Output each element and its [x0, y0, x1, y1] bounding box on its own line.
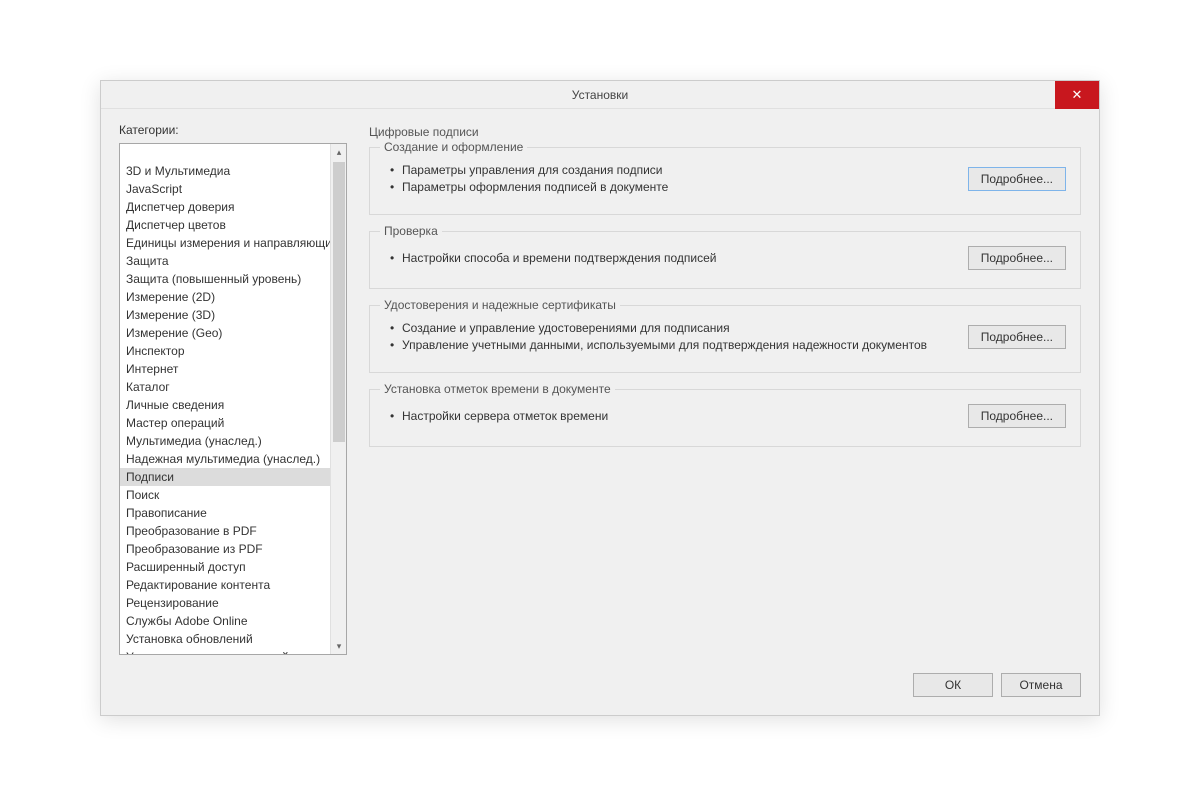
list-item[interactable]: Измерение (2D) — [120, 288, 330, 306]
bullet-item: Параметры управления для создания подпис… — [402, 162, 668, 179]
categories-list[interactable]: 3D и МультимедиаJavaScriptДиспетчер дове… — [120, 144, 330, 654]
ok-button[interactable]: ОК — [913, 673, 993, 697]
list-item[interactable]: Расширенный доступ — [120, 558, 330, 576]
list-item[interactable]: Преобразование в PDF — [120, 522, 330, 540]
list-item[interactable]: Поиск — [120, 486, 330, 504]
list-item[interactable]: Измерение (Geo) — [120, 324, 330, 342]
more-button[interactable]: Подробнее... — [968, 246, 1066, 270]
list-item[interactable]: Службы Adobe Online — [120, 612, 330, 630]
settings-group: Создание и оформлениеПараметры управлени… — [369, 147, 1081, 215]
window-title: Установки — [572, 88, 628, 102]
list-item[interactable]: Мультимедиа (унаслед.) — [120, 432, 330, 450]
scroll-thumb[interactable] — [333, 162, 345, 442]
more-button[interactable]: Подробнее... — [968, 167, 1066, 191]
list-item[interactable]: Рецензирование — [120, 594, 330, 612]
list-item[interactable]: Правописание — [120, 504, 330, 522]
list-item[interactable]: Интернет — [120, 360, 330, 378]
dialog-content: Категории: 3D и МультимедиаJavaScriptДис… — [101, 109, 1099, 661]
group-body: Настройки сервера отметок времени Подробн… — [384, 404, 1066, 428]
categories-label: Категории: — [119, 123, 347, 137]
categories-listbox[interactable]: 3D и МультимедиаJavaScriptДиспетчер дове… — [119, 143, 347, 655]
settings-group: ПроверкаНастройки способа и времени подт… — [369, 231, 1081, 289]
more-button[interactable]: Подробнее... — [968, 325, 1066, 349]
close-button[interactable]: ✕ — [1055, 81, 1099, 109]
more-button[interactable]: Подробнее... — [968, 404, 1066, 428]
scroll-down-icon[interactable]: ▾ — [331, 638, 347, 654]
scroll-up-icon[interactable]: ▴ — [331, 144, 347, 160]
list-item[interactable]: Мастер операций — [120, 414, 330, 432]
group-bullets: Создание и управление удостоверениями дл… — [384, 320, 927, 354]
titlebar[interactable]: Установки ✕ — [101, 81, 1099, 109]
group-legend: Удостоверения и надежные сертификаты — [380, 298, 620, 312]
list-item[interactable]: JavaScript — [120, 180, 330, 198]
settings-group: Удостоверения и надежные сертификатыСозд… — [369, 305, 1081, 373]
cancel-button[interactable]: Отмена — [1001, 673, 1081, 697]
panel-title: Цифровые подписи — [369, 125, 1081, 139]
group-legend: Проверка — [380, 224, 442, 238]
list-item[interactable]: Учетные записи электронной почты — [120, 648, 330, 654]
dialog-footer: ОК Отмена — [101, 661, 1099, 715]
settings-group: Установка отметок времени в документеНас… — [369, 389, 1081, 447]
group-body: Настройки способа и времени подтверждени… — [384, 246, 1066, 270]
group-bullets: Параметры управления для создания подпис… — [384, 162, 668, 196]
group-bullets: Настройки сервера отметок времени — [384, 408, 608, 425]
list-item[interactable]: 3D и Мультимедиа — [120, 162, 330, 180]
settings-panel: Цифровые подписи Создание и оформлениеПа… — [369, 123, 1081, 655]
list-item[interactable] — [120, 146, 330, 162]
scrollbar[interactable]: ▴ ▾ — [330, 144, 346, 654]
bullet-item: Настройки способа и времени подтверждени… — [402, 250, 716, 267]
list-item[interactable]: Надежная мультимедиа (унаслед.) — [120, 450, 330, 468]
list-item[interactable]: Подписи — [120, 468, 330, 486]
list-item[interactable]: Преобразование из PDF — [120, 540, 330, 558]
categories-column: Категории: 3D и МультимедиаJavaScriptДис… — [119, 123, 347, 655]
list-item[interactable]: Инспектор — [120, 342, 330, 360]
group-bullets: Настройки способа и времени подтверждени… — [384, 250, 716, 267]
list-item[interactable]: Единицы измерения и направляющие — [120, 234, 330, 252]
group-legend: Установка отметок времени в документе — [380, 382, 615, 396]
list-item[interactable]: Личные сведения — [120, 396, 330, 414]
bullet-item: Создание и управление удостоверениями дл… — [402, 320, 927, 337]
group-body: Параметры управления для создания подпис… — [384, 162, 1066, 196]
bullet-item: Управление учетными данными, используемы… — [402, 337, 927, 354]
list-item[interactable]: Редактирование контента — [120, 576, 330, 594]
list-item[interactable]: Диспетчер цветов — [120, 216, 330, 234]
list-item[interactable]: Измерение (3D) — [120, 306, 330, 324]
list-item[interactable]: Защита — [120, 252, 330, 270]
list-item[interactable]: Каталог — [120, 378, 330, 396]
close-icon: ✕ — [1072, 87, 1083, 103]
bullet-item: Настройки сервера отметок времени — [402, 408, 608, 425]
list-item[interactable]: Диспетчер доверия — [120, 198, 330, 216]
list-item[interactable]: Защита (повышенный уровень) — [120, 270, 330, 288]
group-body: Создание и управление удостоверениями дл… — [384, 320, 1066, 354]
preferences-dialog: Установки ✕ Категории: 3D и МультимедиаJ… — [100, 80, 1100, 716]
group-legend: Создание и оформление — [380, 140, 527, 154]
bullet-item: Параметры оформления подписей в документ… — [402, 179, 668, 196]
list-item[interactable]: Установка обновлений — [120, 630, 330, 648]
